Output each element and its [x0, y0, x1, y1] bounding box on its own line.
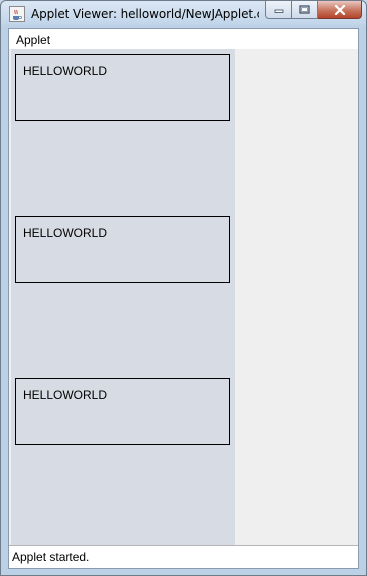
applet-viewer-window: Applet Viewer: helloworld/NewJApplet.cl.…	[0, 0, 367, 576]
minimize-icon	[274, 9, 283, 13]
status-text: Applet started.	[12, 550, 90, 564]
helloworld-label: HELLOWORLD	[23, 388, 108, 402]
applet-panel: HELLOWORLD HELLOWORLD HELLOWORLD	[11, 49, 235, 545]
maximize-button[interactable]	[292, 1, 318, 19]
close-button[interactable]	[318, 1, 362, 19]
caption-buttons	[265, 1, 362, 20]
status-bar: Applet started.	[9, 545, 358, 568]
maximize-icon	[299, 4, 310, 14]
applet-viewer-client: Applet HELLOWORLD HELLOWORLD HELLOWORLD …	[8, 28, 359, 569]
title-bar[interactable]: Applet Viewer: helloworld/NewJApplet.cl.…	[1, 1, 366, 27]
helloworld-box: HELLOWORLD	[15, 54, 230, 121]
minimize-button[interactable]	[265, 1, 292, 19]
helloworld-label: HELLOWORLD	[23, 226, 108, 240]
menu-bar: Applet	[9, 29, 358, 49]
helloworld-box: HELLOWORLD	[15, 378, 230, 445]
menu-applet[interactable]: Applet	[16, 33, 50, 47]
window-title: Applet Viewer: helloworld/NewJApplet.cl.…	[31, 7, 259, 21]
helloworld-box: HELLOWORLD	[15, 216, 230, 283]
java-cup-icon[interactable]	[9, 6, 25, 22]
helloworld-label: HELLOWORLD	[23, 64, 108, 78]
close-icon	[334, 4, 345, 15]
